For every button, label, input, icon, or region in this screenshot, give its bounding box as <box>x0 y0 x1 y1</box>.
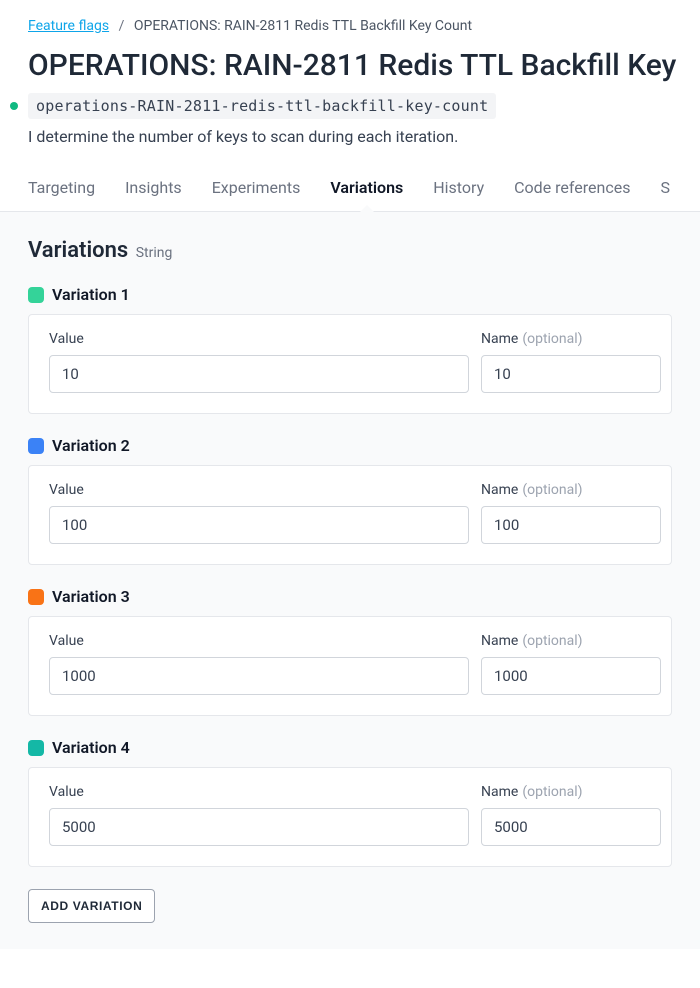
variation-label: Variation 1 <box>52 285 130 304</box>
name-input[interactable] <box>481 657 661 695</box>
variation-card: Value Name(optional) <box>28 465 672 565</box>
variation-swatch-icon <box>28 740 44 756</box>
variations-list: Variation 1 Value Name(optional) Variati… <box>28 285 672 867</box>
variation-card: Value Name(optional) <box>28 314 672 414</box>
name-label: Name(optional) <box>481 331 661 347</box>
status-dot-icon <box>10 102 18 110</box>
name-input[interactable] <box>481 355 661 393</box>
breadcrumb-separator: / <box>119 18 125 34</box>
value-label: Value <box>49 784 469 800</box>
tab-history[interactable]: History <box>433 168 484 211</box>
section-type-label: String <box>136 245 173 261</box>
tab-partial[interactable]: S <box>660 168 670 211</box>
value-label: Value <box>49 633 469 649</box>
value-input[interactable] <box>49 506 469 544</box>
value-input[interactable] <box>49 808 469 846</box>
variation-swatch-icon <box>28 438 44 454</box>
value-label: Value <box>49 331 469 347</box>
tab-variations[interactable]: Variations <box>330 168 403 211</box>
breadcrumb-current: OPERATIONS: RAIN-2811 Redis TTL Backfill… <box>134 18 472 34</box>
variation-label: Variation 3 <box>52 587 130 606</box>
variation-header: Variation 3 <box>28 587 672 606</box>
name-label: Name(optional) <box>481 633 661 649</box>
name-label: Name(optional) <box>481 784 661 800</box>
variation-swatch-icon <box>28 589 44 605</box>
flag-description: I determine the number of keys to scan d… <box>28 127 672 146</box>
page-title: OPERATIONS: RAIN-2811 Redis TTL Backfill… <box>28 48 672 83</box>
tab-experiments[interactable]: Experiments <box>212 168 301 211</box>
tab-code-references[interactable]: Code references <box>514 168 630 211</box>
add-variation-button[interactable]: ADD VARIATION <box>28 889 155 923</box>
variation-card: Value Name(optional) <box>28 616 672 716</box>
variation-label: Variation 2 <box>52 436 130 455</box>
name-input[interactable] <box>481 506 661 544</box>
tab-targeting[interactable]: Targeting <box>28 168 95 211</box>
variation-header: Variation 2 <box>28 436 672 455</box>
tab-insights[interactable]: Insights <box>125 168 182 211</box>
value-input[interactable] <box>49 355 469 393</box>
variation-card: Value Name(optional) <box>28 767 672 867</box>
variation-swatch-icon <box>28 287 44 303</box>
section-title: Variations String <box>28 238 672 263</box>
value-label: Value <box>49 482 469 498</box>
section-title-text: Variations <box>28 238 128 263</box>
value-input[interactable] <box>49 657 469 695</box>
name-label: Name(optional) <box>481 482 661 498</box>
variation-label: Variation 4 <box>52 738 130 757</box>
breadcrumb: Feature flags / OPERATIONS: RAIN-2811 Re… <box>28 18 672 34</box>
variation-header: Variation 4 <box>28 738 672 757</box>
variation-header: Variation 1 <box>28 285 672 304</box>
tabs: Targeting Insights Experiments Variation… <box>0 168 700 212</box>
flag-key: operations-RAIN-2811-redis-ttl-backfill-… <box>28 93 496 119</box>
breadcrumb-root-link[interactable]: Feature flags <box>28 18 109 34</box>
name-input[interactable] <box>481 808 661 846</box>
